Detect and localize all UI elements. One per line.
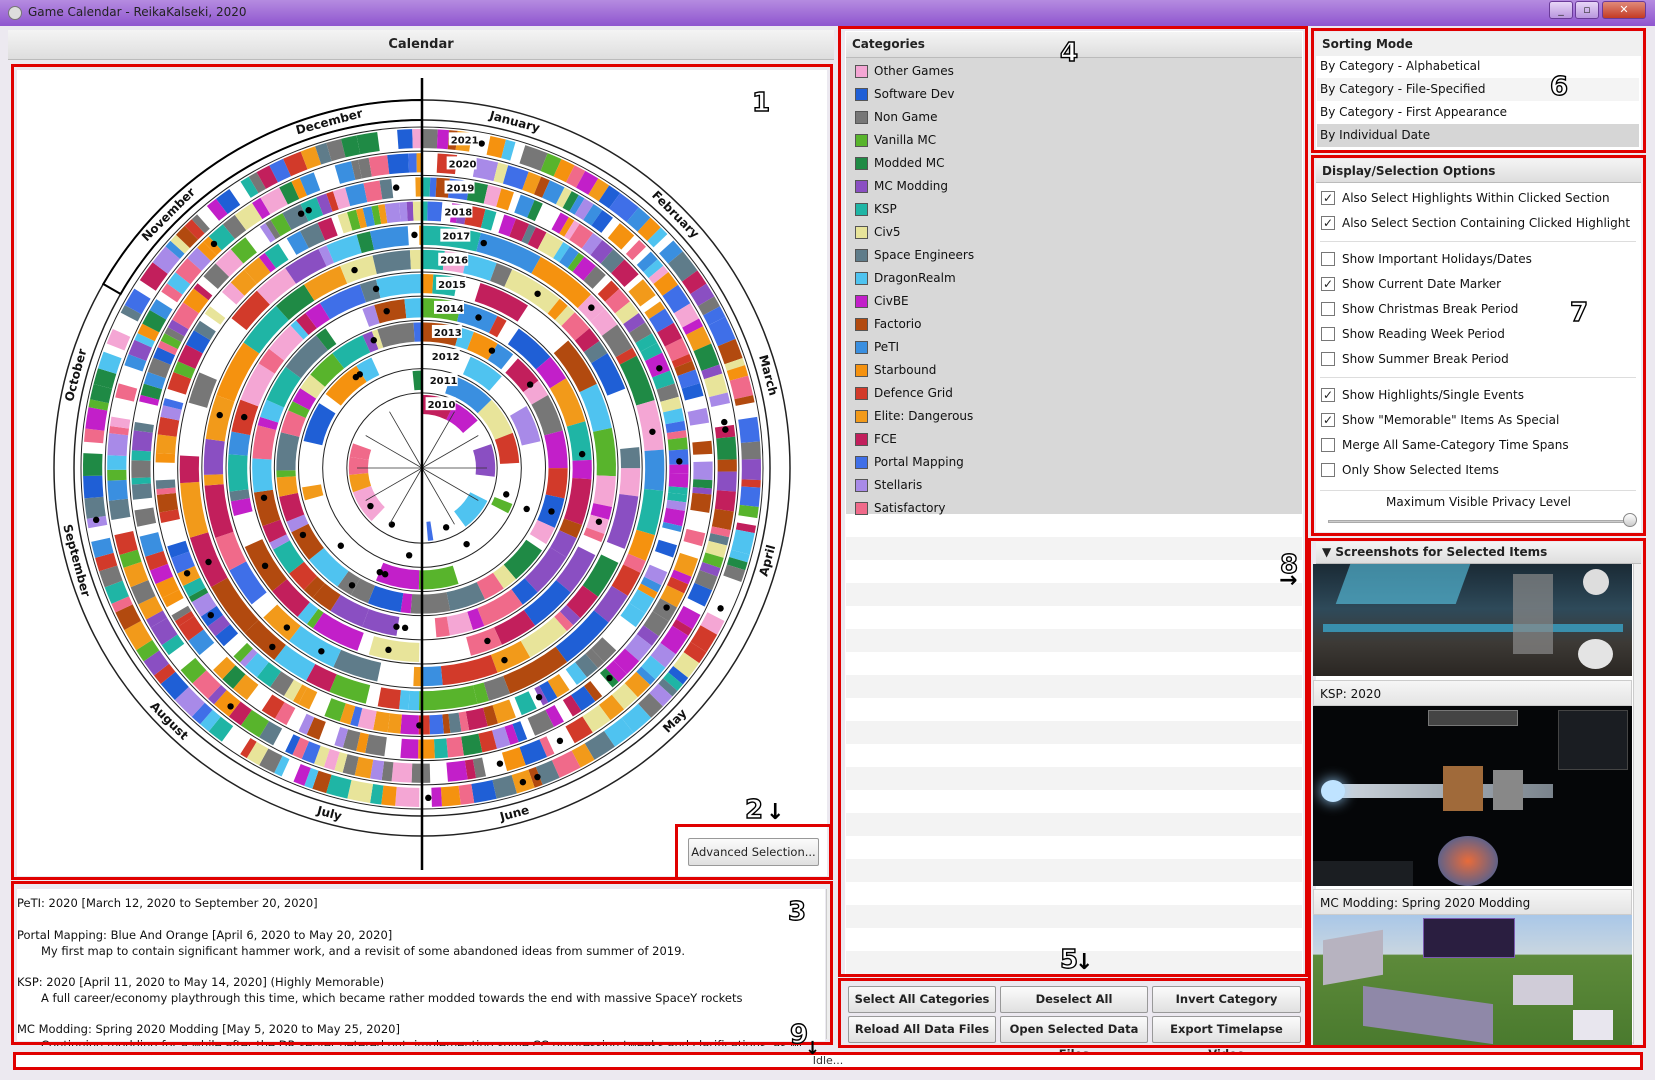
- region-1-outline: [11, 64, 833, 880]
- reload-all-data-files-button[interactable]: Reload All Data Files: [848, 1016, 996, 1043]
- calendar-header: Calendar: [8, 30, 834, 60]
- annotation-6: 6: [1549, 71, 1569, 102]
- app-icon: [8, 6, 22, 20]
- status-bar: Idle...: [13, 1052, 1643, 1070]
- annotation-3: 3: [787, 896, 807, 927]
- region-3-outline: [11, 881, 833, 1045]
- arrow-down-icon: ↓: [805, 1038, 821, 1059]
- annotation-7: 7: [1569, 297, 1589, 328]
- annotation-2: 2: [744, 794, 764, 825]
- advanced-selection-button[interactable]: Advanced Selection...: [688, 838, 819, 866]
- arrow-down-icon: ↓: [1075, 950, 1094, 975]
- export-timelapse-video-button[interactable]: Export Timelapse Video: [1152, 1016, 1301, 1061]
- window-title: Game Calendar - ReikaKalseki, 2020: [28, 5, 247, 19]
- close-button[interactable]: ✕: [1602, 1, 1646, 19]
- deselect-all-categories-button[interactable]: Deselect All Categories: [1000, 986, 1148, 1031]
- minimize-button[interactable]: _: [1549, 1, 1573, 19]
- region-8-outline: [1308, 538, 1646, 1048]
- arrow-right-icon: →: [1279, 568, 1298, 593]
- invert-category-selection-button[interactable]: Invert Category Selection: [1152, 986, 1301, 1031]
- open-selected-data-files-button[interactable]: Open Selected Data Files: [1000, 1016, 1148, 1061]
- region-6-outline: [1311, 28, 1646, 153]
- region-4-outline: [838, 26, 1308, 977]
- select-all-categories-button[interactable]: Select All Categories: [848, 986, 996, 1013]
- maximize-button[interactable]: ▫: [1575, 1, 1599, 19]
- annotation-1: 1: [751, 87, 771, 118]
- region-7-outline: [1311, 155, 1646, 536]
- arrow-down-icon: ↓: [766, 800, 785, 825]
- window-titlebar: Game Calendar - ReikaKalseki, 2020 _ ▫ ✕: [0, 0, 1655, 26]
- annotation-4: 4: [1059, 37, 1079, 68]
